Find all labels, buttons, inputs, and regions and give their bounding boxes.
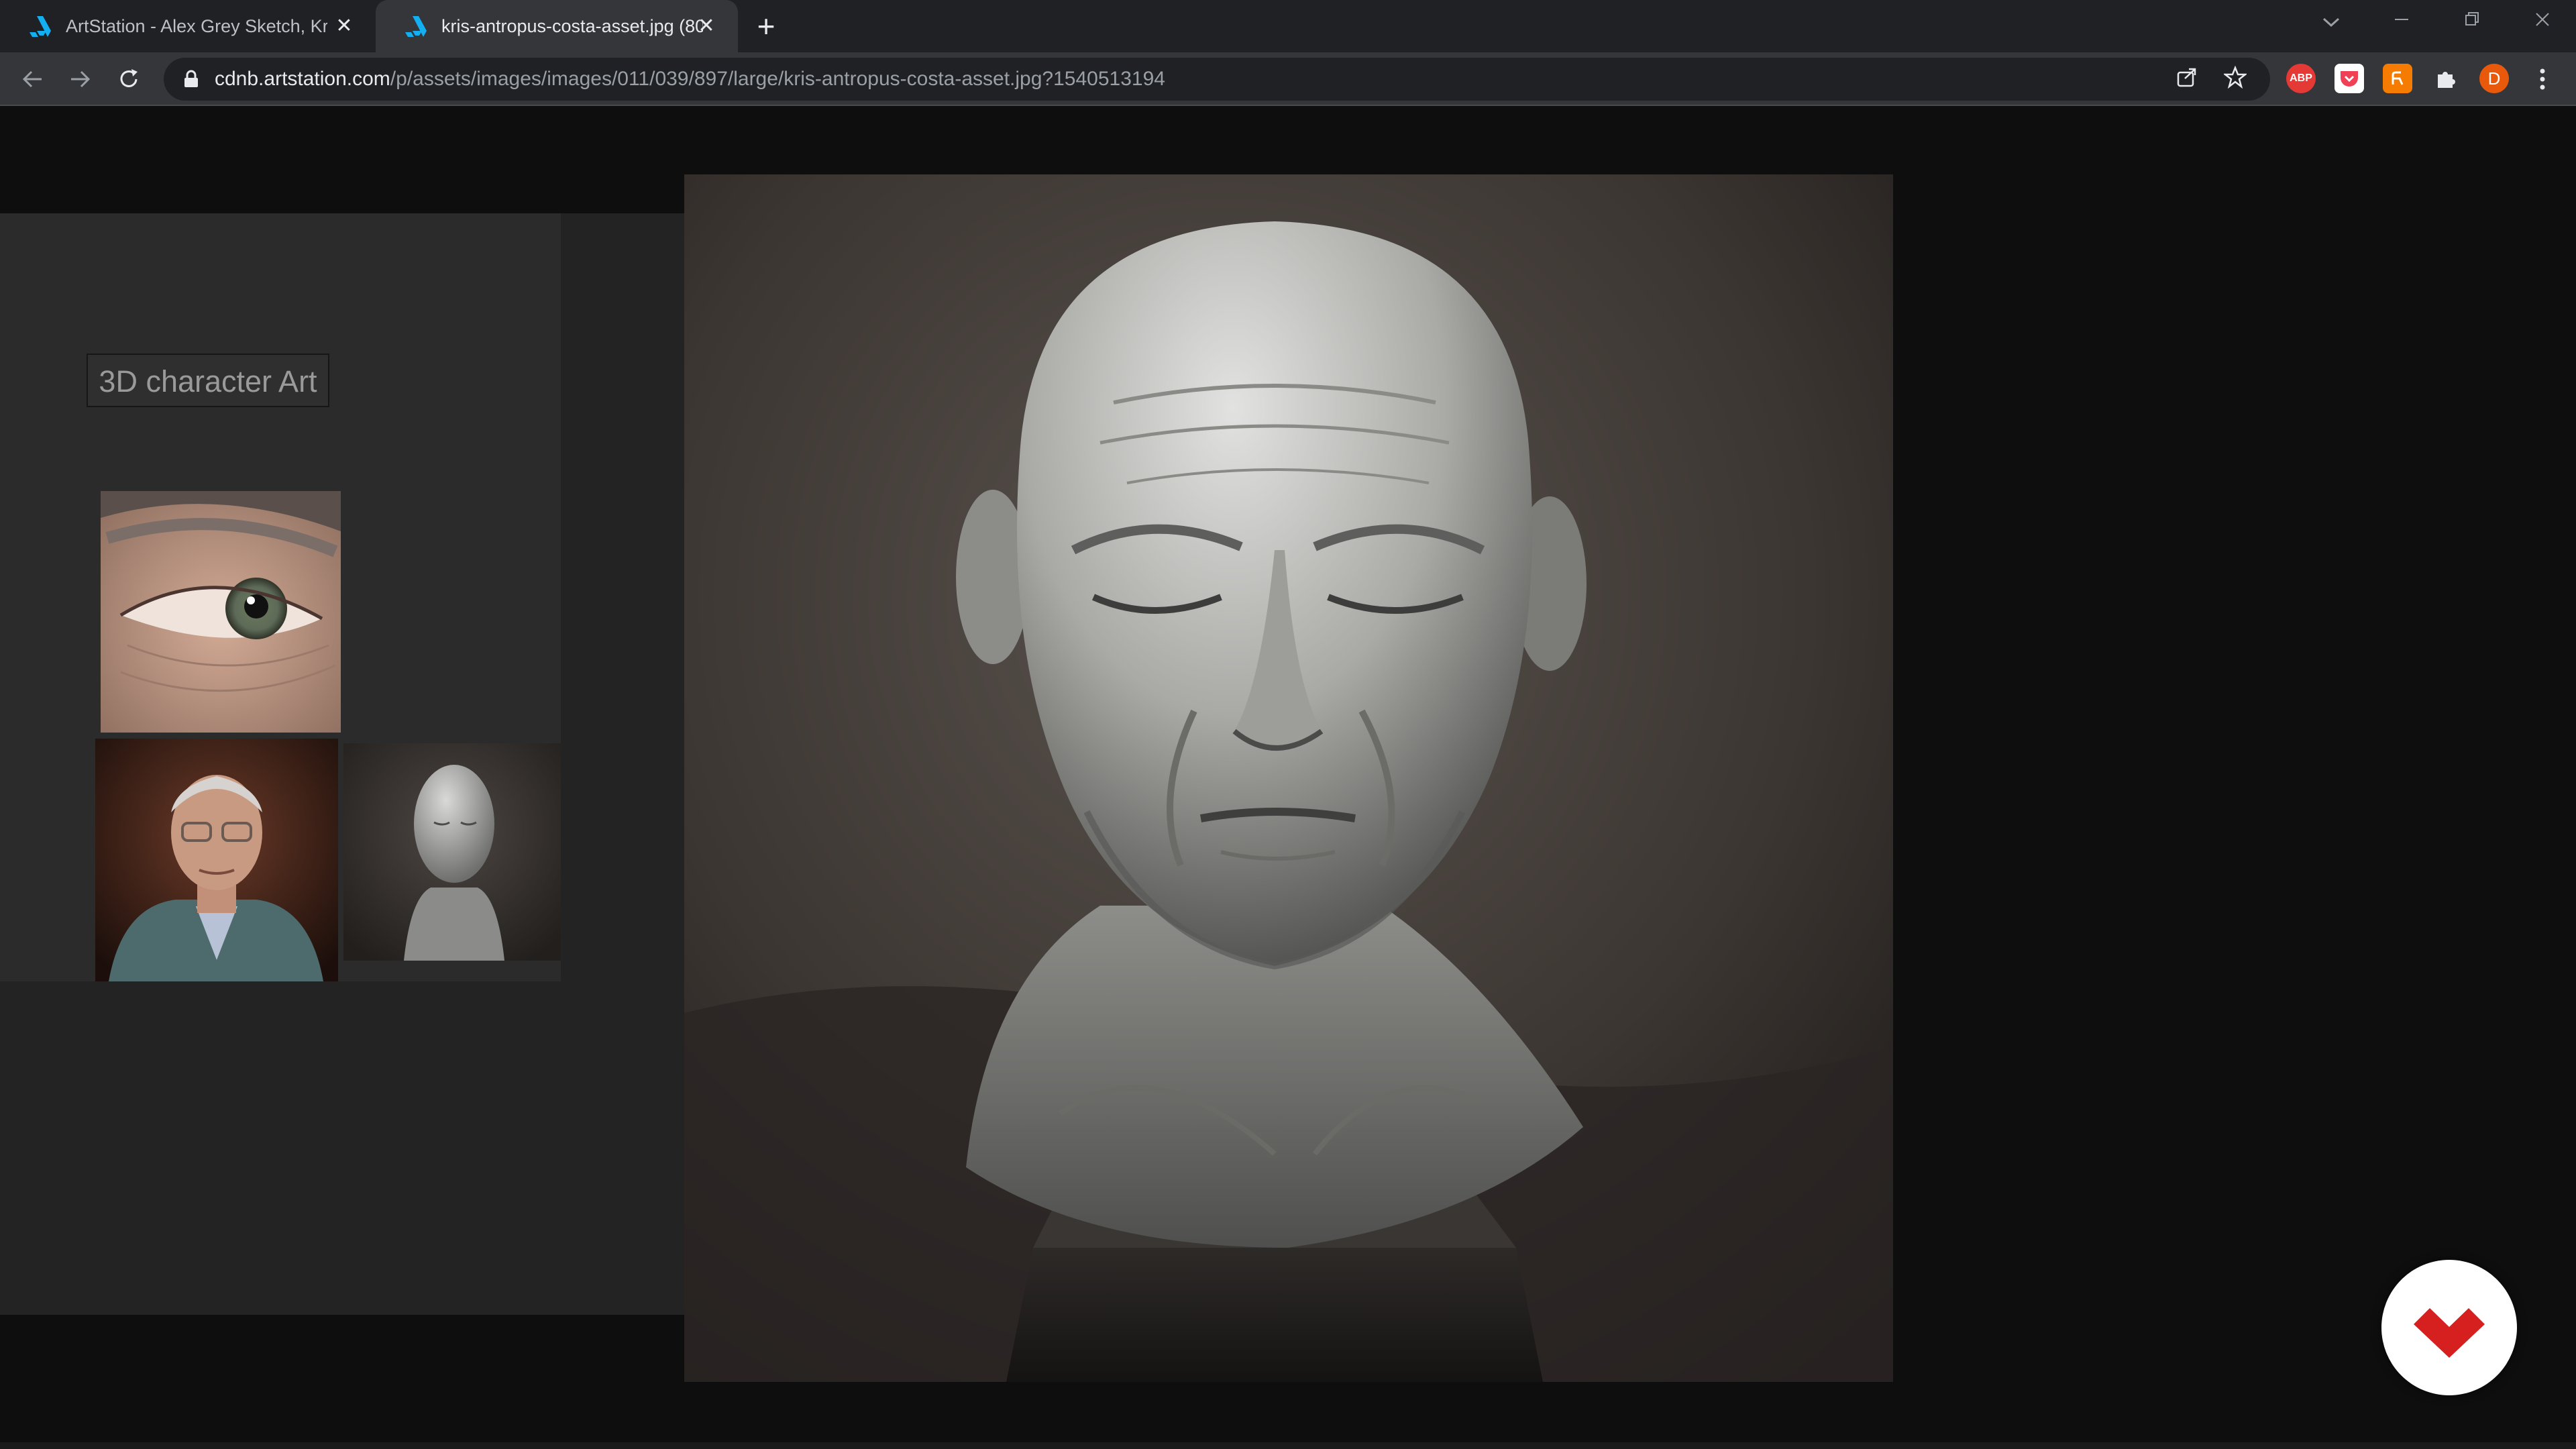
tab-artstation[interactable]: ArtStation - Alex Grey Sketch, Kri ✕ <box>0 0 376 52</box>
close-window-icon[interactable] <box>2519 9 2566 36</box>
tab-title: ArtStation - Alex Grey Sketch, Kri <box>66 16 327 36</box>
portrait-reference-image <box>95 739 338 981</box>
eye-reference-image <box>101 491 341 733</box>
restore-icon[interactable] <box>2449 9 2496 36</box>
url-path: /p/assets/images/images/011/039/897/larg… <box>390 68 1165 90</box>
menu-kebab-icon[interactable] <box>2524 60 2561 98</box>
profile-avatar[interactable]: D <box>2479 64 2509 93</box>
pocket-icon[interactable] <box>2334 64 2364 93</box>
page-bottom-edge <box>0 1442 2576 1449</box>
url-text[interactable]: cdnb.artstation.com/p/assets/images/imag… <box>215 66 1165 92</box>
bookmark-star-icon[interactable] <box>2222 65 2249 93</box>
tab-search-icon[interactable] <box>2308 9 2355 36</box>
tab-strip: ArtStation - Alex Grey Sketch, Kri ✕ kri… <box>0 0 2576 52</box>
artstation-icon <box>30 16 51 37</box>
brand-logo-icon <box>2414 1308 2485 1358</box>
browser-toolbar: cdnb.artstation.com/p/assets/images/imag… <box>0 52 2576 106</box>
address-bar[interactable]: cdnb.artstation.com/p/assets/images/imag… <box>164 58 2270 101</box>
board-label: 3D character Art <box>87 354 329 407</box>
extension-orange-icon[interactable] <box>2383 64 2412 93</box>
url-host: cdnb.artstation.com <box>215 68 390 90</box>
adblock-plus-icon[interactable]: ABP <box>2286 64 2316 93</box>
brand-logo-button[interactable] <box>2381 1260 2517 1395</box>
tab-image[interactable]: kris-antropus-costa-asset.jpg (80 ✕ <box>376 0 738 52</box>
back-icon[interactable] <box>13 60 51 98</box>
artstation-icon <box>405 16 427 37</box>
lock-icon[interactable] <box>182 70 200 89</box>
minimize-icon[interactable] <box>2378 9 2425 36</box>
close-tab-icon[interactable]: ✕ <box>333 15 356 38</box>
puzzle-icon[interactable] <box>2431 64 2461 93</box>
share-icon[interactable] <box>2174 66 2200 93</box>
reload-icon[interactable] <box>110 60 148 98</box>
new-tab-button[interactable]: + <box>751 11 781 42</box>
close-tab-icon[interactable]: ✕ <box>695 15 718 38</box>
sculpt-reference-image <box>343 743 561 961</box>
tab-title: kris-antropus-costa-asset.jpg (80 <box>441 16 703 36</box>
main-sculpture-image[interactable] <box>684 174 1893 1382</box>
forward-icon[interactable] <box>62 60 99 98</box>
